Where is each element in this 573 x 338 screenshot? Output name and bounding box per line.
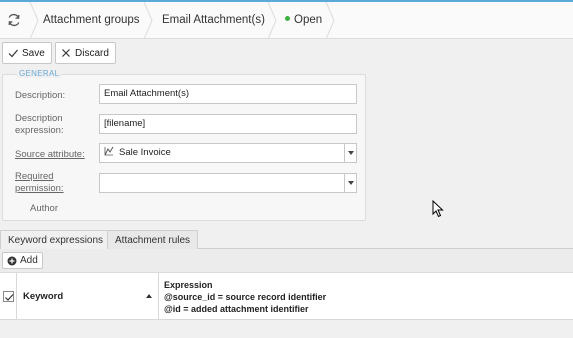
tab-bar: Keyword expressions Attachment rules xyxy=(0,230,573,250)
column-header-expression[interactable]: Expression @source_id = source record id… xyxy=(164,279,326,315)
tab-attachment-rules[interactable]: Attachment rules xyxy=(107,230,199,249)
description-input[interactable]: Email Attachment(s) xyxy=(99,84,357,104)
breadcrumb-item-email-attachments[interactable]: Email Attachment(s) xyxy=(162,2,265,39)
check-icon xyxy=(5,294,14,301)
general-legend: GENERAL xyxy=(17,69,62,78)
check-icon xyxy=(8,49,18,58)
author-label: Author xyxy=(30,203,58,214)
status-badge: Open xyxy=(285,2,322,39)
status-text: Open xyxy=(294,14,323,26)
column-header-keyword[interactable]: Keyword xyxy=(17,273,159,320)
grid-header: Keyword Expression @source_id = source r… xyxy=(0,273,573,320)
required-permission-label[interactable]: Required permission: xyxy=(15,171,85,195)
discard-button[interactable]: Discard xyxy=(55,42,116,64)
expression-header-line: @id = added attachment identifier xyxy=(164,304,309,314)
save-button-label: Save xyxy=(22,47,45,59)
source-attribute-select[interactable]: Sale Invoice xyxy=(99,143,357,163)
refresh-icon[interactable] xyxy=(6,12,22,28)
description-label: Description: xyxy=(15,90,66,101)
sort-ascending-icon[interactable] xyxy=(146,294,152,298)
grid-toolbar: Add xyxy=(0,249,573,273)
breadcrumb-separator-icon xyxy=(325,2,335,39)
breadcrumb-separator-icon xyxy=(143,2,153,39)
breadcrumb-separator-icon xyxy=(267,2,277,39)
column-header-keyword-label: Keyword xyxy=(23,291,64,302)
expression-header-line: Expression xyxy=(164,280,213,290)
discard-button-label: Discard xyxy=(75,47,109,59)
entity-icon xyxy=(104,147,114,156)
description-expression-label: Description expression: xyxy=(15,113,64,136)
toolbar: Save Discard xyxy=(0,39,573,68)
description-expression-value: [filename] xyxy=(104,118,146,129)
mouse-cursor-icon xyxy=(432,200,444,218)
x-icon xyxy=(62,49,70,57)
source-attribute-label[interactable]: Source attribute: xyxy=(15,149,85,161)
breadcrumb-item-attachment-groups[interactable]: Attachment groups xyxy=(43,2,140,39)
description-expression-input[interactable]: [filename] xyxy=(99,114,357,134)
add-button-label: Add xyxy=(20,255,38,266)
status-dot-icon xyxy=(285,16,290,22)
tab-keyword-expressions[interactable]: Keyword expressions xyxy=(0,230,112,250)
top-bar: Attachment groups Email Attachment(s) Op… xyxy=(0,0,573,39)
chevron-down-icon[interactable] xyxy=(344,144,356,162)
add-button[interactable]: Add xyxy=(2,252,43,269)
general-section: GENERAL Description: Email Attachment(s)… xyxy=(2,69,366,221)
select-all-column xyxy=(0,273,17,320)
save-button[interactable]: Save xyxy=(2,42,52,64)
expression-header-line: @source_id = source record identifier xyxy=(164,292,327,302)
breadcrumb-separator-icon xyxy=(29,2,39,39)
select-all-checkbox[interactable] xyxy=(3,291,14,302)
required-permission-select[interactable] xyxy=(99,173,357,193)
chevron-down-icon[interactable] xyxy=(344,174,356,192)
source-attribute-value: Sale Invoice xyxy=(119,147,171,158)
plus-circle-icon xyxy=(7,256,17,265)
description-value: Email Attachment(s) xyxy=(104,88,189,99)
